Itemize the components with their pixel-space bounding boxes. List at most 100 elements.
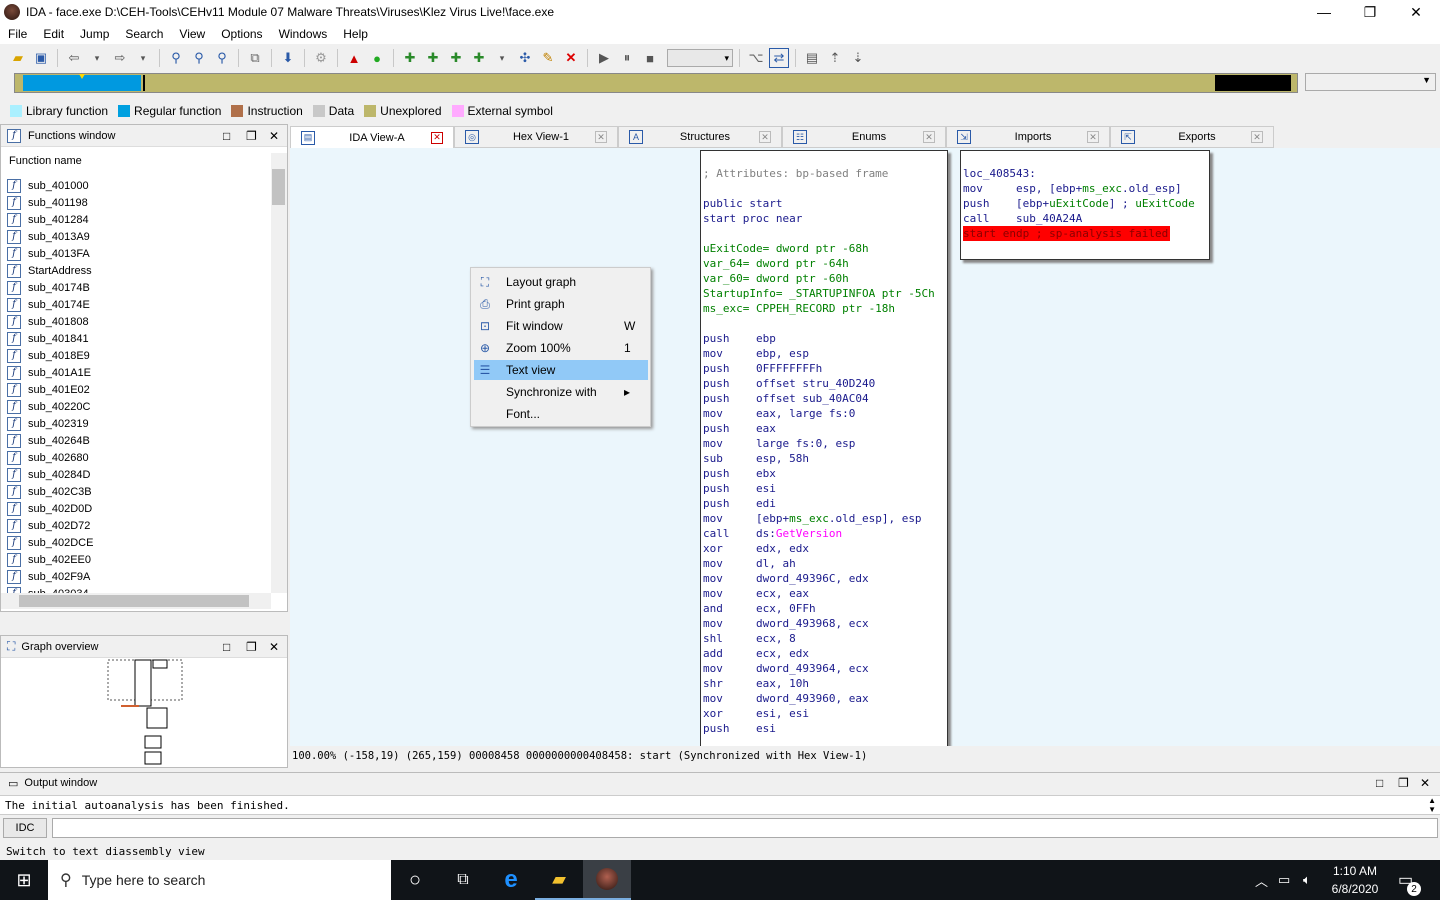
clock[interactable]: 1:10 AM 6/8/2020 bbox=[1326, 862, 1384, 898]
disasm-line[interactable]: call sub_40A24A bbox=[963, 211, 1209, 226]
menu-options[interactable]: Options bbox=[213, 27, 270, 41]
function-list-item[interactable]: f sub_402680 bbox=[7, 449, 267, 466]
close-button[interactable]: ✕ bbox=[1393, 0, 1439, 24]
back-dropdown-icon[interactable]: ▾ bbox=[87, 48, 107, 68]
disasm-line[interactable]: mov dword_493968, ecx bbox=[703, 616, 947, 631]
function-list-item[interactable]: f sub_4013A9 bbox=[7, 228, 267, 245]
remove-breakpoint-icon[interactable]: ⇣ bbox=[848, 48, 868, 68]
disasm-line[interactable]: shr eax, 10h bbox=[703, 676, 947, 691]
scrollbar-thumb[interactable] bbox=[19, 595, 249, 607]
scrollbar-thumb[interactable] bbox=[272, 169, 285, 205]
context-menu-item[interactable]: ⊕ Zoom 100% 1 bbox=[474, 338, 648, 358]
tab-structures[interactable]: A Structures ✕ bbox=[618, 126, 782, 148]
disasm-line[interactable]: push esi bbox=[703, 721, 947, 736]
function-list-item[interactable]: f sub_40220C bbox=[7, 398, 267, 415]
function-list-item[interactable]: f sub_401198 bbox=[7, 194, 267, 211]
green-circle-icon[interactable]: ● bbox=[367, 48, 387, 68]
disasm-line[interactable]: sub esp, 58h bbox=[703, 451, 947, 466]
function-list-item[interactable]: f sub_4013FA bbox=[7, 245, 267, 262]
make-data-icon[interactable]: ✚ bbox=[400, 48, 420, 68]
function-list-item[interactable]: f sub_401E02 bbox=[7, 381, 267, 398]
close-tab-icon[interactable]: ✕ bbox=[431, 131, 443, 144]
function-list-item[interactable]: f sub_402F9A bbox=[7, 568, 267, 585]
struct-icon[interactable]: ✣ bbox=[515, 48, 535, 68]
disasm-line[interactable]: xor esi, esi bbox=[703, 706, 947, 721]
forward-arrow-icon[interactable]: ⇨ bbox=[110, 48, 130, 68]
function-list-item[interactable]: f sub_402D0D bbox=[7, 500, 267, 517]
disasm-line[interactable]: push offset stru_40D240 bbox=[703, 376, 947, 391]
disasm-line[interactable]: mov large fs:0, esp bbox=[703, 436, 947, 451]
maximize-pane-icon[interactable]: □ bbox=[223, 129, 230, 143]
context-menu-item[interactable]: Synchronize with ▸ bbox=[474, 382, 648, 402]
binoculars-text-icon[interactable]: ⚲ bbox=[189, 48, 209, 68]
tab-enums[interactable]: ☷ Enums ✕ bbox=[782, 126, 946, 148]
debugger-select[interactable]: ▾ bbox=[667, 49, 733, 67]
disasm-line[interactable]: mov ecx, eax bbox=[703, 586, 947, 601]
menu-view[interactable]: View bbox=[171, 27, 213, 41]
menu-search[interactable]: Search bbox=[117, 27, 171, 41]
idc-command-input[interactable] bbox=[52, 818, 1438, 838]
disasm-line[interactable]: start proc near bbox=[703, 211, 947, 226]
disasm-line[interactable]: push eax bbox=[703, 421, 947, 436]
disasm-line[interactable] bbox=[703, 226, 947, 241]
menu-edit[interactable]: Edit bbox=[35, 27, 72, 41]
disasm-line[interactable]: call ds:GetVersion bbox=[703, 526, 947, 541]
output-log[interactable]: The initial autoanalysis has been finish… bbox=[0, 795, 1440, 815]
disasm-line[interactable]: mov dword_493964, ecx bbox=[703, 661, 947, 676]
output-scroll-arrows[interactable]: ▲ ▼ bbox=[1428, 796, 1436, 814]
disasm-line[interactable]: push ebp bbox=[703, 331, 947, 346]
function-name-column-header[interactable]: Function name bbox=[9, 155, 82, 167]
trace-icon[interactable]: ⌥ bbox=[746, 48, 766, 68]
task-view-icon[interactable]: ⧉ bbox=[439, 860, 487, 900]
taskbar-search-box[interactable]: ⚲ Type here to search bbox=[48, 860, 391, 900]
tab-hex-view-1[interactable]: ◎ Hex View-1 ✕ bbox=[454, 126, 618, 148]
pause-icon[interactable]: ⏸ bbox=[617, 48, 637, 68]
disasm-line[interactable]: mov esp, [ebp+ms_exc.old_esp] bbox=[963, 181, 1209, 196]
disasm-line[interactable]: mov dword_493960, eax bbox=[703, 691, 947, 706]
edge-browser-icon[interactable]: e bbox=[487, 860, 535, 900]
navigation-band[interactable] bbox=[14, 73, 1298, 93]
graph-icon[interactable]: ▲ bbox=[344, 48, 364, 68]
disasm-line[interactable] bbox=[703, 151, 947, 166]
make-code-icon[interactable]: ✚ bbox=[469, 48, 489, 68]
windows-start-icon[interactable]: ⊞ bbox=[0, 860, 48, 900]
ida-taskbar-icon[interactable] bbox=[583, 860, 631, 900]
disasm-line[interactable]: uExitCode= dword ptr -68h bbox=[703, 241, 947, 256]
loc-408543-node[interactable]: loc_408543: mov esp, [ebp+ms_exc.old_esp]… bbox=[960, 150, 1210, 260]
function-list-item[interactable]: f sub_402319 bbox=[7, 415, 267, 432]
close-tab-icon[interactable]: ✕ bbox=[923, 131, 935, 143]
disasm-line[interactable]: push esi bbox=[703, 481, 947, 496]
disasm-line[interactable]: and ecx, 0FFh bbox=[703, 601, 947, 616]
disasm-line[interactable]: mov dl, ah bbox=[703, 556, 947, 571]
volume-icon[interactable]: 🔈︎ bbox=[1303, 872, 1311, 888]
menu-help[interactable]: Help bbox=[335, 27, 376, 41]
close-tab-icon[interactable]: ✕ bbox=[1087, 131, 1099, 143]
disasm-line[interactable]: push ebx bbox=[703, 466, 947, 481]
float-pane-icon[interactable]: ❐ bbox=[246, 129, 257, 143]
context-menu-item[interactable]: ☰ Text view bbox=[474, 360, 648, 380]
ida-graph-view[interactable]: ; Attributes: bp-based frame public start… bbox=[290, 148, 1440, 746]
disasm-line[interactable]: mov [ebp+ms_exc.old_esp], esp bbox=[703, 511, 947, 526]
context-menu-item[interactable]: ⊡ Fit window W bbox=[474, 316, 648, 336]
graph-overview-minimap[interactable] bbox=[101, 658, 301, 768]
close-tab-icon[interactable]: ✕ bbox=[595, 131, 607, 143]
make-array-icon[interactable]: ✚ bbox=[423, 48, 443, 68]
maximize-button[interactable]: ❐ bbox=[1347, 0, 1393, 24]
tab-ida-view-a[interactable]: ▤ IDA View-A ✕ bbox=[290, 126, 454, 148]
disasm-line[interactable]: xor edx, edx bbox=[703, 541, 947, 556]
function-list-item[interactable]: f sub_40264B bbox=[7, 432, 267, 449]
sync-icon[interactable]: ⇄ bbox=[769, 48, 789, 68]
tab-exports[interactable]: ⇱ Exports ✕ bbox=[1110, 126, 1274, 148]
disasm-line[interactable]: var_60= dword ptr -60h bbox=[703, 271, 947, 286]
disasm-line[interactable]: mov eax, large fs:0 bbox=[703, 406, 947, 421]
make-dropdown-icon[interactable]: ▾ bbox=[492, 48, 512, 68]
context-menu-item[interactable]: ⎙ Print graph bbox=[474, 294, 648, 314]
function-list-item[interactable]: f sub_40284D bbox=[7, 466, 267, 483]
function-list-item[interactable]: f sub_401808 bbox=[7, 313, 267, 330]
disasm-line[interactable]: push [ebp+uExitCode] ; uExitCode bbox=[963, 196, 1209, 211]
patch-icon[interactable]: ⚙ bbox=[311, 48, 331, 68]
function-list-item[interactable]: f sub_401284 bbox=[7, 211, 267, 228]
binoculars-icon[interactable]: ⚲ bbox=[166, 48, 186, 68]
cortana-icon[interactable]: ○ bbox=[391, 860, 439, 900]
make-string-icon[interactable]: ✚ bbox=[446, 48, 466, 68]
